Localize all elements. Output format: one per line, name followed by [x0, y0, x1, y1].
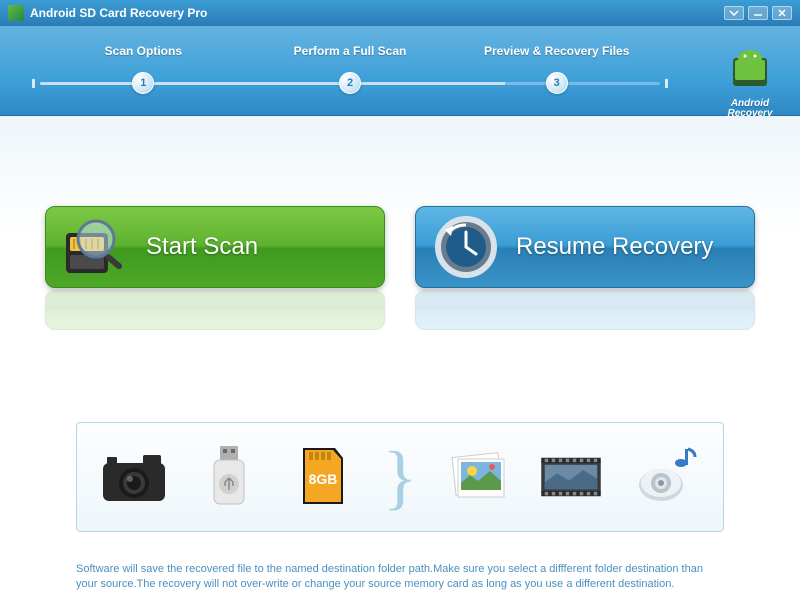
progress-end-tick	[665, 79, 668, 88]
step-2-label: Perform a Full Scan	[247, 44, 454, 58]
header: Scan Options Perform a Full Scan Preview…	[0, 26, 800, 116]
steps-labels: Scan Options Perform a Full Scan Preview…	[40, 44, 660, 72]
main-content: Start Scan Resume Recovery	[0, 116, 800, 600]
footer-hint: Software will save the recovered file to…	[76, 562, 724, 592]
step-2-circle: 2	[339, 72, 361, 94]
window-title: Android SD Card Recovery Pro	[30, 6, 720, 20]
sd-capacity-text: 8GB	[309, 471, 338, 487]
tray-button[interactable]	[724, 6, 744, 20]
resume-recovery-button[interactable]: Resume Recovery	[415, 206, 755, 288]
scan-drive-icon	[46, 207, 146, 287]
progress-start-tick	[32, 79, 35, 88]
photo-icon	[442, 442, 512, 512]
resume-recovery-label: Resume Recovery	[516, 233, 754, 261]
start-scan-reflection	[45, 290, 385, 330]
minimize-button[interactable]	[748, 6, 768, 20]
titlebar: Android SD Card Recovery Pro	[0, 0, 800, 26]
step-1-circle: 1	[132, 72, 154, 94]
action-buttons: Start Scan Resume Recovery	[0, 206, 800, 330]
app-logo: Android Recovery	[718, 44, 782, 119]
devices-panel: 8GB }	[76, 422, 724, 532]
steps-circles: 1 2 3	[40, 72, 660, 94]
start-scan-label: Start Scan	[146, 233, 384, 261]
clock-restore-icon	[416, 212, 516, 282]
camera-icon	[99, 442, 169, 512]
step-3-circle: 3	[546, 72, 568, 94]
usb-drive-icon	[194, 442, 264, 512]
resume-recovery-reflection	[415, 290, 755, 330]
step-1-label: Scan Options	[40, 44, 247, 58]
sd-card-icon: 8GB	[288, 442, 358, 512]
step-3-label: Preview & Recovery Files	[453, 44, 660, 58]
start-scan-button[interactable]: Start Scan	[45, 206, 385, 288]
audio-icon	[631, 442, 701, 512]
app-icon	[8, 5, 24, 21]
video-icon	[536, 442, 606, 512]
brace-divider: }	[383, 442, 418, 512]
close-button[interactable]	[772, 6, 792, 20]
